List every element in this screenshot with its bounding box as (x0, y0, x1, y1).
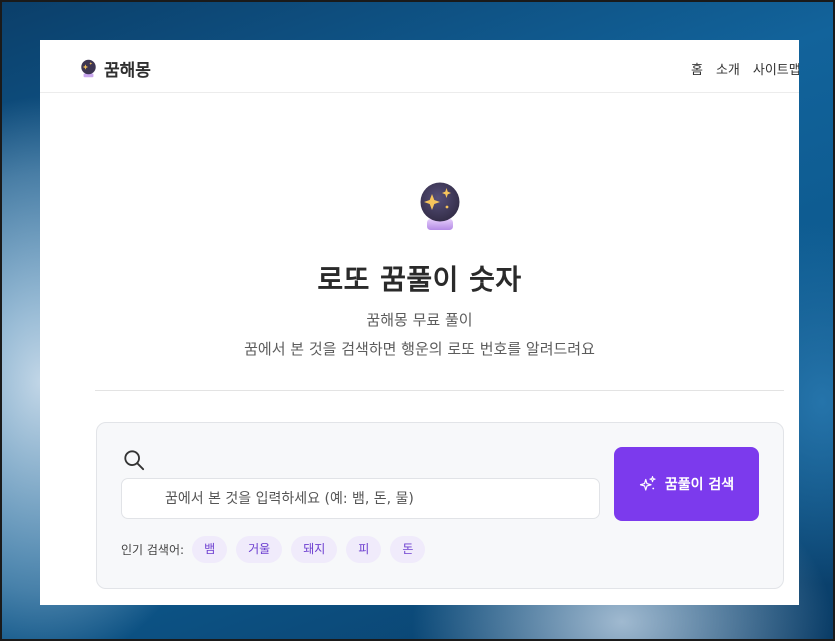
popular-tag[interactable]: 피 (346, 536, 382, 563)
top-navigation-bar: 꿈해몽 홈 소개 사이트맵 (40, 40, 799, 93)
nav-link-home[interactable]: 홈 (691, 59, 703, 78)
site-name: 꿈해몽 (104, 61, 151, 81)
site-logo[interactable]: 꿈해몽 (80, 56, 151, 81)
crystal-ball-icon (420, 182, 460, 230)
search-panel: 꿈풀이 검색 인기 검색어: 뱀 거울 돼지 피 돈 (96, 422, 784, 589)
page-title: 로또 꿈풀이 숫자 (317, 263, 522, 296)
popular-searches: 인기 검색어: 뱀 거울 돼지 피 돈 (121, 536, 434, 563)
crystal-ball-icon (81, 59, 96, 78)
section-divider (95, 390, 784, 391)
desktop-background: 꿈해몽 홈 소개 사이트맵 로또 꿈풀이 숫자 꿈해몽 무료 풀이 꿈에서 본 … (0, 0, 835, 641)
popular-tag[interactable]: 거울 (236, 536, 283, 563)
page-subtitle: 꿈해몽 무료 풀이 (366, 311, 473, 329)
popular-tag[interactable]: 뱀 (192, 536, 228, 563)
popular-searches-label: 인기 검색어: (121, 543, 185, 557)
popular-tag[interactable]: 돈 (390, 536, 426, 563)
main-nav: 홈 소개 사이트맵 (691, 59, 799, 78)
page-description: 꿈에서 본 것을 검색하면 행운의 로또 번호를 알려드려요 (244, 340, 595, 358)
nav-link-about[interactable]: 소개 (716, 59, 740, 78)
search-button-label: 꿈풀이 검색 (664, 477, 735, 493)
sparkles-icon (639, 475, 656, 491)
dream-search-button[interactable]: 꿈풀이 검색 (614, 447, 759, 521)
search-input[interactable] (121, 478, 600, 519)
popular-tag[interactable]: 돼지 (291, 536, 338, 563)
nav-link-sitemap[interactable]: 사이트맵 (753, 59, 799, 78)
search-icon (124, 450, 145, 471)
browser-page: 꿈해몽 홈 소개 사이트맵 로또 꿈풀이 숫자 꿈해몽 무료 풀이 꿈에서 본 … (40, 40, 799, 605)
